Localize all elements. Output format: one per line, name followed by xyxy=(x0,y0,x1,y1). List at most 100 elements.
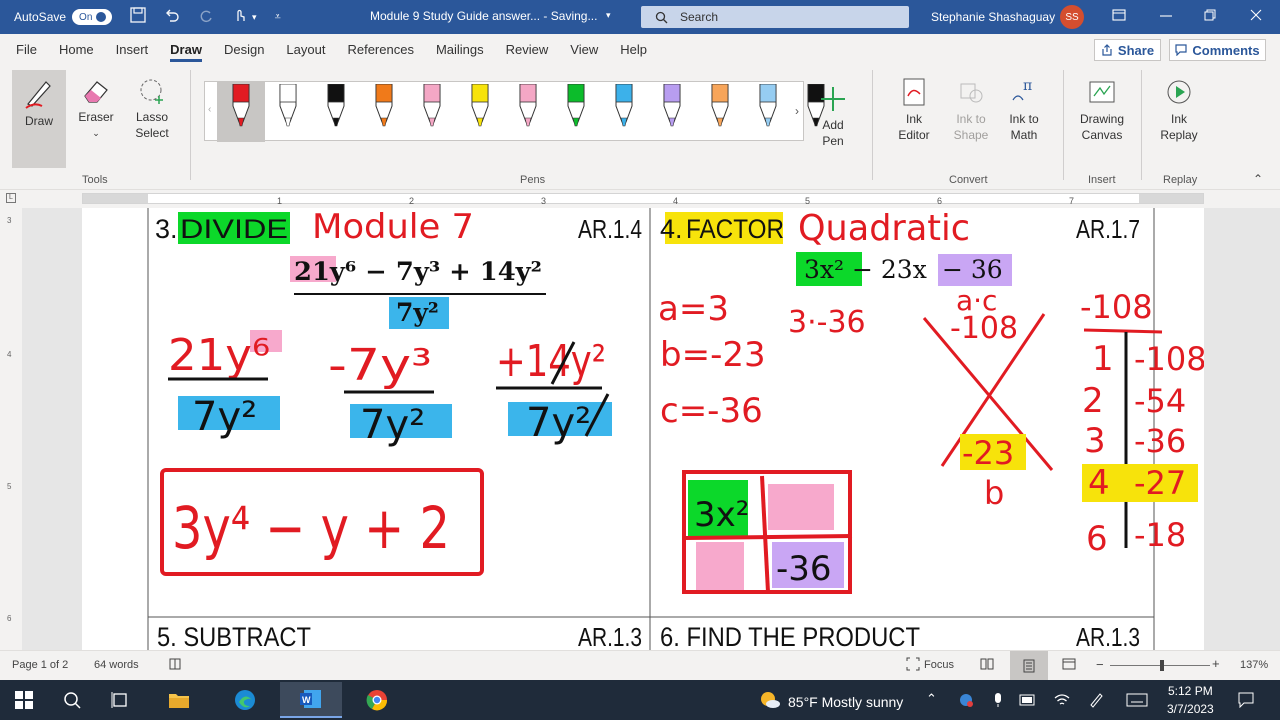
microphone-icon[interactable] xyxy=(988,688,1008,712)
security-icon[interactable] xyxy=(956,688,976,712)
drawing-canvas-button[interactable]: Drawing Canvas xyxy=(1076,76,1128,143)
tab-file[interactable]: File xyxy=(5,34,48,66)
pen-menu-icon[interactable] xyxy=(1086,688,1106,712)
pen-swatch[interactable] xyxy=(756,82,780,142)
zoom-level[interactable]: 137% xyxy=(1240,659,1268,671)
tab-mailings[interactable]: Mailings xyxy=(425,34,495,66)
ink-den1: 7y² xyxy=(192,394,257,440)
tab-insert[interactable]: Insert xyxy=(105,34,160,66)
pens-scroll-left-icon[interactable]: ‹ xyxy=(208,104,211,115)
touch-mode-icon[interactable] xyxy=(232,7,248,27)
factor-right: -36 xyxy=(1134,422,1186,460)
ink-editor-button[interactable]: Ink Editor xyxy=(890,76,938,143)
tab-layout[interactable]: Layout xyxy=(275,34,336,66)
document-title[interactable]: Module 9 Study Guide answer... - Saving.… xyxy=(370,9,597,23)
pen-swatch[interactable] xyxy=(420,82,444,142)
ribbon-separator xyxy=(872,70,873,180)
pen-swatch[interactable] xyxy=(660,82,684,142)
avatar[interactable]: SS xyxy=(1060,5,1084,29)
page-count[interactable]: Page 1 of 2 xyxy=(12,659,68,671)
eraser-button[interactable]: Eraser ⌄ xyxy=(74,76,118,141)
undo-icon[interactable] xyxy=(164,7,180,27)
ink-b: b=-23 xyxy=(660,335,766,375)
touch-keyboard-icon[interactable] xyxy=(1124,688,1150,712)
task-view-icon[interactable] xyxy=(108,688,132,712)
comments-button[interactable]: Comments xyxy=(1169,39,1266,61)
edge-browser-icon[interactable] xyxy=(232,688,258,712)
autosave-label: AutoSave xyxy=(14,10,67,24)
tab-design[interactable]: Design xyxy=(213,34,275,66)
proofing-icon[interactable] xyxy=(168,657,182,674)
ink-to-shape-label-1: Ink to xyxy=(956,112,986,126)
user-name[interactable]: Stephanie Shashaguay xyxy=(931,10,1055,24)
zoom-slider-thumb[interactable] xyxy=(1160,660,1164,671)
pen-swatch[interactable] xyxy=(372,82,396,142)
tab-references[interactable]: References xyxy=(336,34,424,66)
tab-view[interactable]: View xyxy=(559,34,609,66)
tab-selector-icon[interactable]: L xyxy=(6,193,16,203)
focus-label[interactable]: Focus xyxy=(924,659,954,671)
plus-icon xyxy=(821,87,845,111)
tab-draw[interactable]: Draw xyxy=(159,34,213,66)
search-icon[interactable] xyxy=(60,688,84,712)
pen-swatch[interactable] xyxy=(516,82,540,142)
draw-tool-button[interactable]: Draw xyxy=(12,70,66,168)
pen-swatch[interactable] xyxy=(217,82,265,142)
tab-help[interactable]: Help xyxy=(609,34,658,66)
chrome-browser-icon[interactable] xyxy=(362,688,392,712)
pens-scroll-right-icon[interactable]: › xyxy=(795,104,799,118)
clock-time[interactable]: 5:12 PM xyxy=(1168,684,1213,698)
tab-home[interactable]: Home xyxy=(48,34,105,66)
ribbon-display-icon[interactable] xyxy=(1112,8,1126,25)
close-icon[interactable] xyxy=(1250,8,1262,24)
weather-text[interactable]: 85°F Mostly sunny xyxy=(788,694,903,710)
lasso-select-button[interactable]: Lasso Select xyxy=(130,76,174,141)
search-box[interactable]: Search xyxy=(641,6,909,28)
wifi-icon[interactable] xyxy=(1052,688,1072,712)
file-explorer-icon[interactable] xyxy=(166,688,192,712)
eraser-dropdown-icon[interactable]: ⌄ xyxy=(74,125,118,141)
show-hidden-icons-icon[interactable]: ⌃ xyxy=(926,691,937,707)
customize-toolbar-icon[interactable]: ⩡ xyxy=(275,11,281,24)
collapse-ribbon-icon[interactable]: ⌃ xyxy=(1253,172,1263,186)
ink-to-math-icon: π xyxy=(1012,78,1032,101)
ruler-bar[interactable]: 1 2 3 4 5 6 7 xyxy=(82,193,1204,206)
pen-swatch[interactable] xyxy=(612,82,636,142)
touch-dropdown-icon[interactable]: ▾ xyxy=(252,12,257,23)
clock-date[interactable]: 3/7/2023 xyxy=(1167,702,1214,716)
battery-icon[interactable] xyxy=(1018,688,1038,712)
print-layout-icon[interactable] xyxy=(1010,651,1048,680)
pen-swatch[interactable] xyxy=(564,82,588,142)
restore-icon[interactable] xyxy=(1204,8,1216,24)
eraser-label: Eraser xyxy=(78,110,114,124)
word-count[interactable]: 64 words xyxy=(94,659,139,671)
redo-icon[interactable] xyxy=(198,7,214,27)
ink-to-math-label-2: Math xyxy=(1010,128,1038,142)
autosave-toggle[interactable]: On xyxy=(72,9,113,25)
tab-review[interactable]: Review xyxy=(495,34,560,66)
pen-swatch[interactable] xyxy=(276,82,300,142)
pen-swatch[interactable] xyxy=(468,82,492,142)
web-layout-icon[interactable] xyxy=(1062,657,1076,674)
add-pen-button[interactable]: Add Pen xyxy=(812,84,854,149)
ink-replay-button[interactable]: Ink Replay xyxy=(1154,76,1204,143)
document-page[interactable]: 3. DIVIDE AR.1.4 21y⁶ − 7y³ + 14y² 7y² M… xyxy=(82,208,1204,650)
q3-numerator: 21y⁶ − 7y³ + 14y² xyxy=(294,257,542,286)
title-dropdown-icon[interactable]: ▾ xyxy=(606,10,611,21)
read-mode-icon[interactable] xyxy=(980,657,994,674)
minimize-icon[interactable] xyxy=(1160,8,1172,25)
share-button[interactable]: Share xyxy=(1094,39,1161,61)
word-taskbar-button[interactable]: W xyxy=(280,682,342,718)
zoom-out-icon[interactable]: − xyxy=(1096,657,1104,672)
pen-swatch[interactable] xyxy=(708,82,732,142)
save-icon[interactable] xyxy=(130,7,146,27)
notification-icon[interactable] xyxy=(1236,688,1256,712)
windows-start-icon[interactable] xyxy=(12,688,36,712)
document-area[interactable]: 3. DIVIDE AR.1.4 21y⁶ − 7y³ + 14y² 7y² M… xyxy=(0,208,1280,650)
ink-to-math-button[interactable]: π Ink to Math xyxy=(1002,76,1046,143)
zoom-in-icon[interactable]: + xyxy=(1212,656,1220,671)
pen-swatch[interactable] xyxy=(324,82,348,142)
focus-icon[interactable] xyxy=(906,657,920,674)
ink-to-shape-button[interactable]: Ink to Shape xyxy=(948,76,994,143)
weather-icon[interactable] xyxy=(758,688,782,712)
